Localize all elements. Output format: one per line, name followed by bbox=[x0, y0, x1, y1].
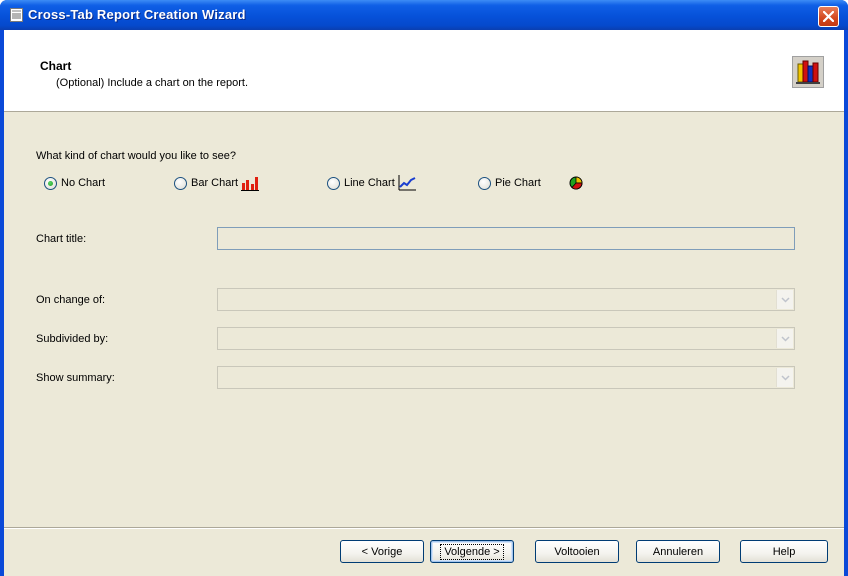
show-summary-label: Show summary: bbox=[36, 372, 115, 384]
help-button[interactable]: Help bbox=[740, 540, 828, 563]
chart-type-question: What kind of chart would you like to see… bbox=[36, 150, 236, 162]
close-icon bbox=[823, 11, 834, 22]
pie-chart-icon bbox=[569, 176, 583, 190]
radio-label-pie-chart: Pie Chart bbox=[495, 177, 541, 189]
page-title: Chart bbox=[40, 59, 72, 73]
line-chart-icon bbox=[398, 175, 416, 191]
radio-pie-chart[interactable]: Pie Chart bbox=[478, 175, 583, 191]
subdivided-by-combobox[interactable] bbox=[217, 327, 795, 350]
close-button[interactable] bbox=[818, 6, 839, 27]
wizard-header: Chart (Optional) Include a chart on the … bbox=[4, 30, 844, 112]
on-change-of-combobox[interactable] bbox=[217, 288, 795, 311]
chart-title-input[interactable] bbox=[217, 227, 795, 250]
dialog-body: Chart (Optional) Include a chart on the … bbox=[4, 30, 844, 576]
on-change-of-label: On change of: bbox=[36, 294, 106, 306]
chart-title-label: Chart title: bbox=[36, 233, 87, 245]
page-subtitle: (Optional) Include a chart on the report… bbox=[56, 77, 248, 89]
dropdown-button[interactable] bbox=[776, 290, 793, 309]
radio-line-chart[interactable]: Line Chart bbox=[327, 175, 416, 191]
subdivided-by-label: Subdivided by: bbox=[36, 333, 109, 345]
footer-separator bbox=[4, 527, 844, 529]
title-bar[interactable]: Cross-Tab Report Creation Wizard bbox=[0, 0, 848, 30]
bar-chart-icon bbox=[241, 177, 260, 191]
chevron-down-icon bbox=[781, 375, 790, 381]
radio-indicator[interactable] bbox=[174, 176, 187, 190]
dropdown-button[interactable] bbox=[776, 368, 793, 387]
chart-books-icon bbox=[792, 56, 824, 88]
chevron-down-icon bbox=[781, 297, 790, 303]
cancel-button[interactable]: Annuleren bbox=[636, 540, 720, 563]
radio-label-no-chart: No Chart bbox=[61, 177, 106, 189]
finish-button[interactable]: Voltooien bbox=[535, 540, 619, 563]
show-summary-combobox[interactable] bbox=[217, 366, 795, 389]
report-icon bbox=[10, 8, 23, 22]
radio-label-line-chart: Line Chart bbox=[344, 177, 395, 189]
dropdown-button[interactable] bbox=[776, 329, 793, 348]
radio-label-bar-chart: Bar Chart bbox=[191, 177, 239, 189]
chevron-down-icon bbox=[781, 336, 790, 342]
window-title: Cross-Tab Report Creation Wizard bbox=[28, 7, 246, 22]
radio-no-chart[interactable]: No Chart bbox=[44, 175, 105, 191]
next-button-label: Volgende > bbox=[440, 543, 504, 560]
radio-bar-chart[interactable]: Bar Chart bbox=[174, 175, 260, 191]
radio-indicator[interactable] bbox=[478, 176, 491, 190]
radio-indicator[interactable] bbox=[44, 176, 57, 190]
wizard-window: Cross-Tab Report Creation Wizard Chart (… bbox=[0, 0, 848, 576]
back-button[interactable]: < Vorige bbox=[340, 540, 424, 563]
next-button[interactable]: Volgende > bbox=[430, 540, 514, 563]
radio-indicator[interactable] bbox=[327, 176, 340, 190]
